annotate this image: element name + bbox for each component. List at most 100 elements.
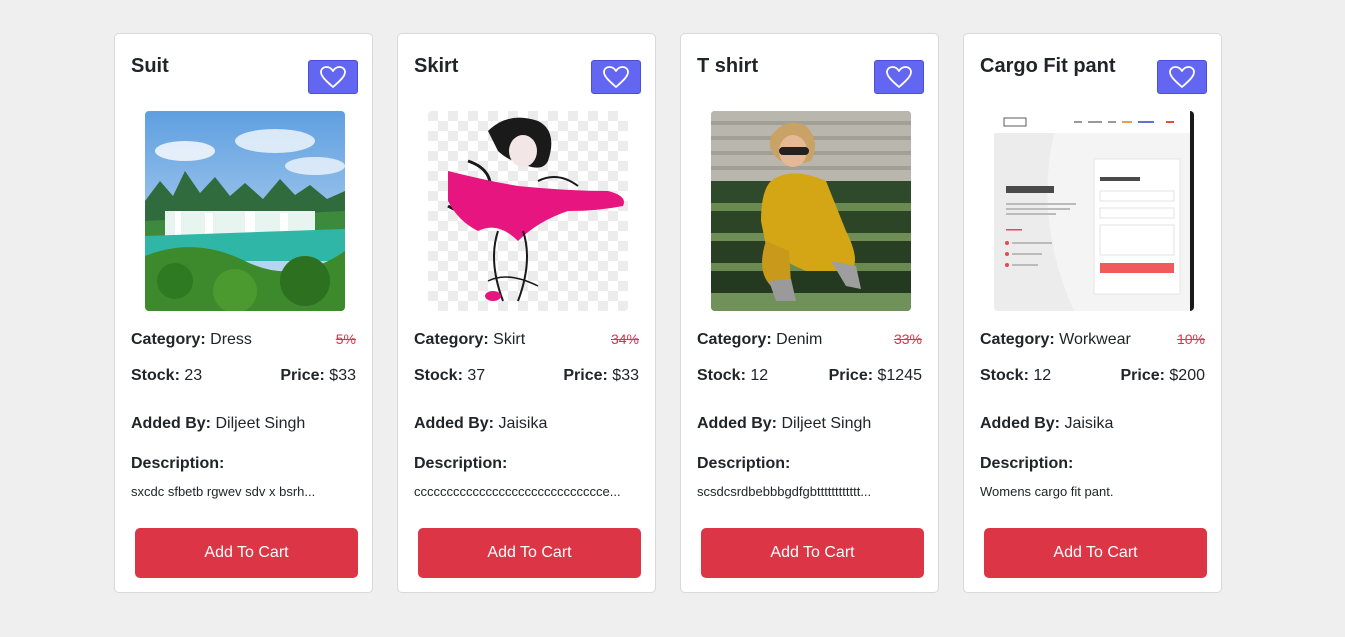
category-row: Category: Dress 5% bbox=[131, 329, 356, 350]
description-text: scsdcsrdbebbbgdfgbtttttttttttt... bbox=[697, 484, 872, 499]
stock-price-row: Stock: 12 Price: $1245 bbox=[697, 366, 922, 386]
price-label: Price: bbox=[280, 367, 325, 384]
add-to-cart-button[interactable]: Add To Cart bbox=[984, 528, 1207, 578]
favorite-button[interactable] bbox=[1157, 60, 1207, 94]
price-info: Price: $200 bbox=[1120, 366, 1205, 386]
product-card: Skirt Category: Skirt 34% Stock: 37 Pric… bbox=[397, 33, 656, 593]
description-label: Description: bbox=[414, 455, 508, 472]
stock-price-row: Stock: 12 Price: $200 bbox=[980, 366, 1205, 386]
add-to-cart-button[interactable]: Add To Cart bbox=[135, 528, 358, 578]
description-label-row: Description: bbox=[697, 454, 922, 474]
price-label: Price: bbox=[1120, 367, 1165, 384]
category-value: Workwear bbox=[1059, 331, 1131, 348]
added-by-value: Diljeet Singh bbox=[781, 415, 872, 432]
heart-icon bbox=[1169, 66, 1195, 88]
added-by-info: Added By: Jaisika bbox=[980, 414, 1113, 434]
added-by-label: Added By: bbox=[697, 415, 777, 432]
category-row: Category: Skirt 34% bbox=[414, 329, 639, 350]
category-value: Dress bbox=[210, 331, 252, 348]
add-to-cart-button[interactable]: Add To Cart bbox=[701, 528, 924, 578]
category-info: Category: Skirt bbox=[414, 330, 525, 350]
price-value: $33 bbox=[612, 367, 639, 384]
stock-value: 12 bbox=[750, 367, 769, 384]
product-title: Suit bbox=[131, 55, 169, 77]
added-by-value: Jaisika bbox=[498, 415, 548, 432]
added-by-value: Jaisika bbox=[1064, 415, 1114, 432]
product-title: T shirt bbox=[697, 55, 759, 77]
category-row: Category: Workwear 10% bbox=[980, 329, 1205, 350]
discount-badge: 34% bbox=[610, 331, 639, 347]
price-info: Price: $1245 bbox=[829, 366, 922, 386]
heart-icon bbox=[886, 66, 912, 88]
heart-icon bbox=[603, 66, 629, 88]
price-info: Price: $33 bbox=[563, 366, 639, 386]
category-label: Category: bbox=[131, 331, 206, 348]
product-card: T shirt Category: Denim 33% Stock: 12 Pr… bbox=[680, 33, 939, 593]
added-by-row: Added By: Jaisika bbox=[414, 414, 639, 434]
stock-info: Stock: 12 bbox=[980, 366, 1051, 386]
added-by-row: Added By: Diljeet Singh bbox=[131, 414, 356, 434]
price-value: $33 bbox=[329, 367, 356, 384]
stock-label: Stock: bbox=[697, 367, 746, 384]
description-label-row: Description: bbox=[980, 454, 1205, 474]
added-by-row: Added By: Diljeet Singh bbox=[697, 414, 922, 434]
description-label: Description: bbox=[131, 455, 225, 472]
category-label: Category: bbox=[414, 331, 489, 348]
product-image bbox=[145, 111, 345, 311]
favorite-button[interactable] bbox=[591, 60, 641, 94]
description-text: Womens cargo fit pant. bbox=[980, 484, 1114, 499]
added-by-info: Added By: Diljeet Singh bbox=[131, 414, 305, 434]
added-by-label: Added By: bbox=[131, 415, 211, 432]
stock-info: Stock: 23 bbox=[131, 366, 202, 386]
stock-label: Stock: bbox=[131, 367, 180, 384]
stock-price-row: Stock: 37 Price: $33 bbox=[414, 366, 639, 386]
added-by-label: Added By: bbox=[980, 415, 1060, 432]
added-by-info: Added By: Jaisika bbox=[414, 414, 547, 434]
category-row: Category: Denim 33% bbox=[697, 329, 922, 350]
product-card: Cargo Fit pant Category: Workwear 10% St… bbox=[963, 33, 1222, 593]
price-info: Price: $33 bbox=[280, 366, 356, 386]
product-grid: Suit Category: Dress 5% Stock: 23 Price:… bbox=[114, 33, 1222, 593]
product-title: Cargo Fit pant bbox=[980, 55, 1116, 77]
stock-value: 37 bbox=[467, 367, 486, 384]
favorite-button[interactable] bbox=[874, 60, 924, 94]
added-by-row: Added By: Jaisika bbox=[980, 414, 1205, 434]
price-label: Price: bbox=[828, 367, 874, 384]
description-text: sxcdc sfbetb rgwev sdv x bsrh... bbox=[131, 484, 316, 499]
added-by-info: Added By: Diljeet Singh bbox=[697, 414, 871, 434]
product-title: Skirt bbox=[414, 55, 459, 77]
category-value: Denim bbox=[776, 331, 823, 348]
description-label-row: Description: bbox=[131, 454, 356, 474]
description-label: Description: bbox=[980, 455, 1074, 472]
product-image bbox=[428, 111, 628, 311]
stock-label: Stock: bbox=[980, 367, 1029, 384]
category-label: Category: bbox=[980, 331, 1055, 348]
added-by-value: Diljeet Singh bbox=[215, 415, 306, 432]
stock-value: 12 bbox=[1033, 367, 1052, 384]
category-info: Category: Dress bbox=[131, 330, 252, 350]
category-info: Category: Workwear bbox=[980, 330, 1131, 350]
favorite-button[interactable] bbox=[308, 60, 358, 94]
stock-info: Stock: 37 bbox=[414, 366, 485, 386]
product-card: Suit Category: Dress 5% Stock: 23 Price:… bbox=[114, 33, 373, 593]
discount-badge: 10% bbox=[1176, 331, 1205, 347]
price-value: $200 bbox=[1169, 367, 1205, 384]
stock-info: Stock: 12 bbox=[697, 366, 768, 386]
category-label: Category: bbox=[697, 331, 772, 348]
description-label-row: Description: bbox=[414, 454, 639, 474]
stock-value: 23 bbox=[184, 367, 203, 384]
category-info: Category: Denim bbox=[697, 330, 822, 350]
discount-badge: 5% bbox=[335, 331, 356, 347]
product-image bbox=[711, 111, 911, 311]
price-label: Price: bbox=[563, 367, 608, 384]
price-value: $1245 bbox=[877, 367, 923, 384]
discount-badge: 33% bbox=[893, 331, 922, 347]
heart-icon bbox=[320, 66, 346, 88]
add-to-cart-button[interactable]: Add To Cart bbox=[418, 528, 641, 578]
description-text: ccccccccccccccccccccccccccccce... bbox=[414, 484, 621, 499]
stock-label: Stock: bbox=[414, 367, 463, 384]
stock-price-row: Stock: 23 Price: $33 bbox=[131, 366, 356, 386]
description-label: Description: bbox=[697, 455, 791, 472]
added-by-label: Added By: bbox=[414, 415, 494, 432]
product-image bbox=[994, 111, 1194, 311]
